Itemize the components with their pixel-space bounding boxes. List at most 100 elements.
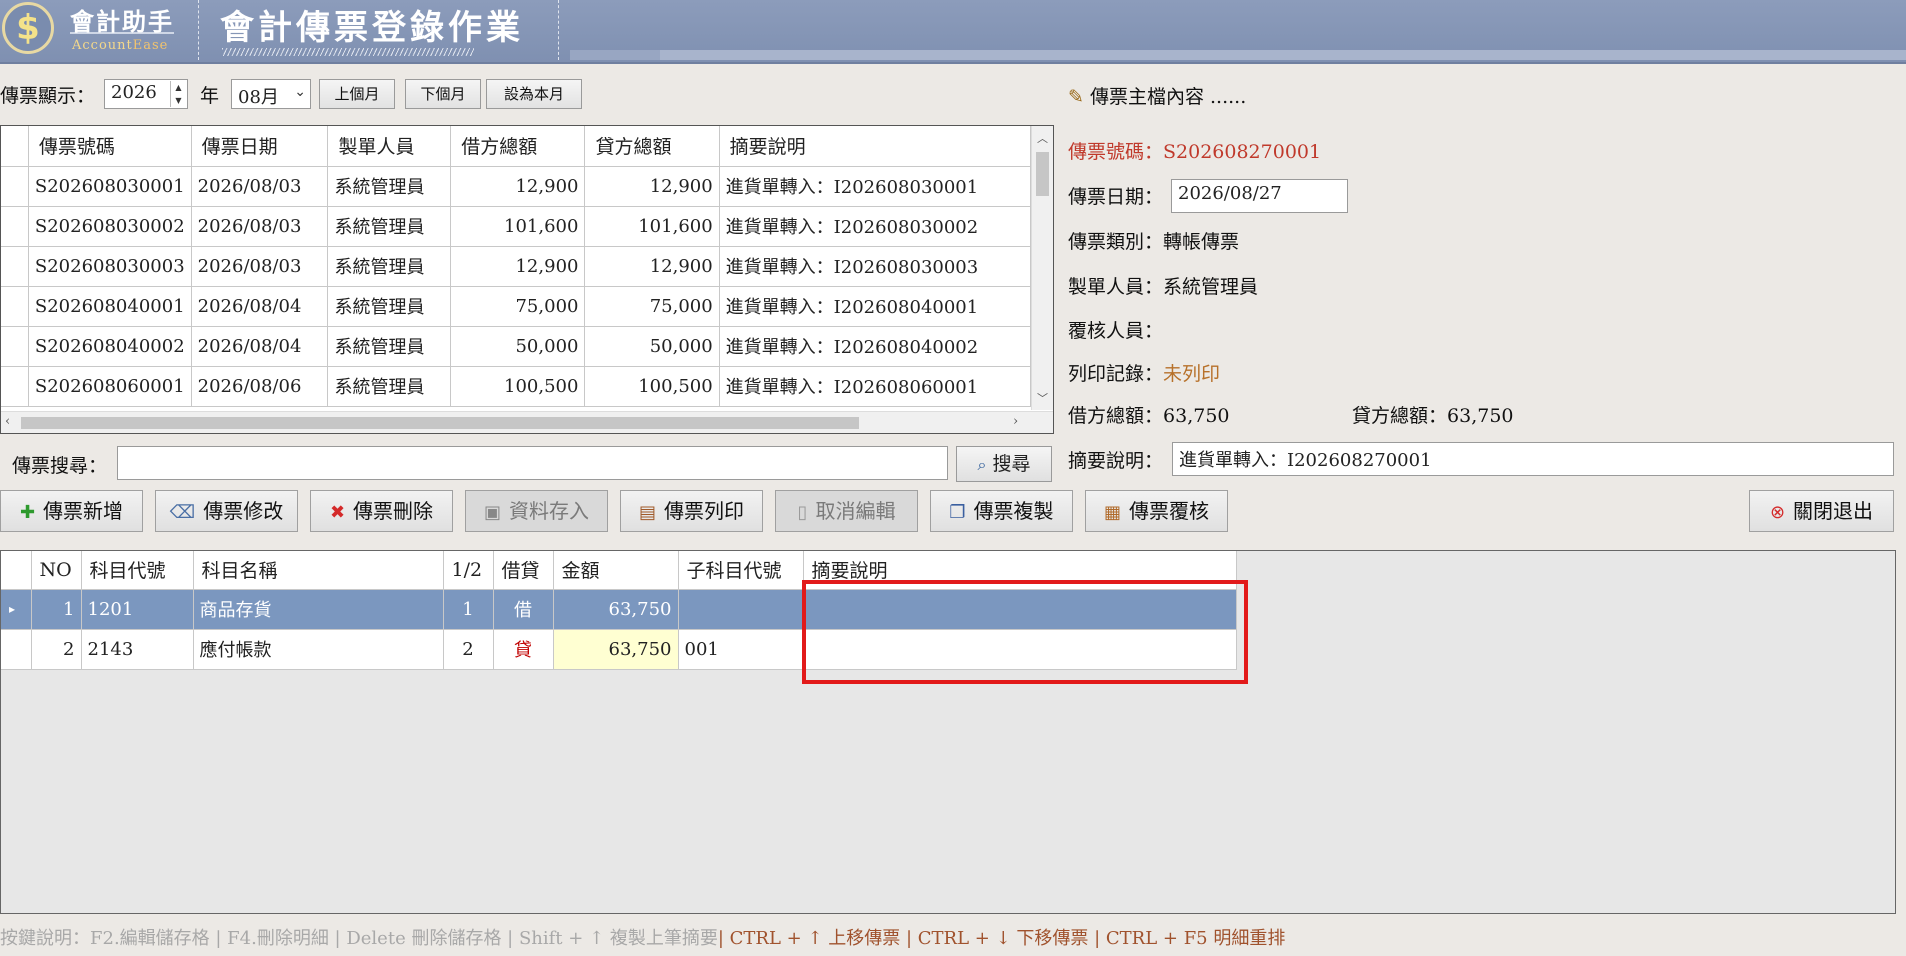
search-input[interactable] xyxy=(117,446,948,480)
voucher-row[interactable]: S202608030001 2026/08/03 系統管理員 12,900 12,900… xyxy=(1,166,1032,207)
cell-dc-number[interactable]: 2 xyxy=(443,629,494,670)
cell-credit-total[interactable]: 50,000 xyxy=(584,326,720,367)
row-header[interactable] xyxy=(1,166,29,207)
row-header[interactable] xyxy=(1,206,29,247)
horizontal-scrollbar[interactable]: ‹ › xyxy=(1,411,1053,433)
cell-voucher-no[interactable]: S202608030002 xyxy=(28,206,192,247)
col-voucher-no[interactable]: 傳票號碼 xyxy=(28,126,192,167)
delete-voucher-button[interactable]: ✖ 傳票刪除 xyxy=(310,490,453,532)
scroll-thumb-h[interactable] xyxy=(21,417,859,429)
review-voucher-button[interactable]: ▦ 傳票覆核 xyxy=(1085,490,1228,532)
cell-debit-total[interactable]: 100,500 xyxy=(450,366,586,407)
cell-debit-total[interactable]: 50,000 xyxy=(450,326,586,367)
cell-voucher-date[interactable]: 2026/08/03 xyxy=(191,246,329,287)
prev-month-button[interactable]: 上個月 xyxy=(319,79,395,109)
add-voucher-button[interactable]: ✚ 傳票新增 xyxy=(0,490,143,532)
cell-memo[interactable]: 進貨單轉入：I202608030002 xyxy=(719,206,1032,247)
cell-debit-total[interactable]: 101,600 xyxy=(450,206,586,247)
cell-account-name[interactable]: 應付帳款 xyxy=(193,629,444,670)
cell-voucher-date[interactable]: 2026/08/04 xyxy=(191,286,329,327)
cell-account-code[interactable]: 2143 xyxy=(81,629,194,670)
row-marker[interactable] xyxy=(1,629,32,670)
print-voucher-button[interactable]: ▤ 傳票列印 xyxy=(620,490,763,532)
cell-memo[interactable]: 進貨單轉入：I202608040002 xyxy=(719,326,1032,367)
cell-voucher-no[interactable]: S202608030003 xyxy=(28,246,192,287)
save-data-button[interactable]: ▣ 資料存入 xyxy=(465,490,608,532)
col-debit-total[interactable]: 借方總額 xyxy=(450,126,586,167)
cell-amount[interactable]: 63,750 xyxy=(553,589,679,630)
scroll-left-icon[interactable]: ‹ xyxy=(5,414,10,429)
cell-dc[interactable]: 借 xyxy=(493,589,554,630)
col-sub-account[interactable]: 子科目代號 xyxy=(678,551,804,590)
row-header[interactable] xyxy=(1,246,29,287)
col-amount[interactable]: 金額 xyxy=(553,551,679,590)
col-maker[interactable]: 製單人員 xyxy=(327,126,452,167)
row-header[interactable] xyxy=(1,326,29,367)
cell-sub-account[interactable] xyxy=(678,589,804,630)
voucher-list-grid[interactable]: 傳票號碼 傳票日期 製單人員 借方總額 貸方總額 摘要說明 S202608030… xyxy=(0,125,1054,434)
row-header[interactable] xyxy=(1,366,29,407)
row-marker[interactable]: ▸ xyxy=(1,589,32,630)
cell-maker[interactable]: 系統管理員 xyxy=(327,166,452,207)
cell-maker[interactable]: 系統管理員 xyxy=(327,246,452,287)
cell-no[interactable]: 1 xyxy=(31,589,82,630)
cell-credit-total[interactable]: 12,900 xyxy=(584,246,720,287)
cell-dc-number[interactable]: 1 xyxy=(443,589,494,630)
month-select[interactable]: 08月 ⌄ xyxy=(231,79,311,109)
cell-voucher-no[interactable]: S202608040001 xyxy=(28,286,192,327)
row-header[interactable] xyxy=(1,286,29,327)
vertical-scrollbar[interactable]: ︿ ﹀ xyxy=(1031,126,1053,410)
col-no[interactable]: NO xyxy=(31,551,82,590)
cell-sub-account[interactable]: 001 xyxy=(678,629,804,670)
memo-input[interactable]: 進貨單轉入：I202608270001 xyxy=(1172,442,1894,476)
cell-voucher-date[interactable]: 2026/08/06 xyxy=(191,366,329,407)
set-this-month-button[interactable]: 設為本月 xyxy=(486,79,582,109)
cell-maker[interactable]: 系統管理員 xyxy=(327,286,452,327)
voucher-date-input[interactable]: 2026/08/27 xyxy=(1171,179,1348,213)
col-dc[interactable]: 借貸 xyxy=(493,551,554,590)
next-month-button[interactable]: 下個月 xyxy=(405,79,481,109)
spin-down-icon[interactable]: ▼ xyxy=(171,94,186,107)
year-spinner[interactable]: 2026 ▲ ▼ xyxy=(104,79,188,109)
cell-voucher-date[interactable]: 2026/08/03 xyxy=(191,166,329,207)
cell-maker[interactable]: 系統管理員 xyxy=(327,326,452,367)
cell-maker[interactable]: 系統管理員 xyxy=(327,206,452,247)
cell-voucher-no[interactable]: S202608040002 xyxy=(28,326,192,367)
cell-no[interactable]: 2 xyxy=(31,629,82,670)
col-credit-total[interactable]: 貸方總額 xyxy=(584,126,720,167)
cell-debit-total[interactable]: 75,000 xyxy=(450,286,586,327)
cell-credit-total[interactable]: 12,900 xyxy=(584,166,720,207)
cell-debit-total[interactable]: 12,900 xyxy=(450,166,586,207)
year-spinner-buttons[interactable]: ▲ ▼ xyxy=(170,81,186,107)
close-exit-button[interactable]: ⊗ 關閉退出 xyxy=(1749,490,1894,532)
cell-voucher-date[interactable]: 2026/08/03 xyxy=(191,206,329,247)
cell-account-code[interactable]: 1201 xyxy=(81,589,194,630)
cell-debit-total[interactable]: 12,900 xyxy=(450,246,586,287)
cell-voucher-no[interactable]: S202608030001 xyxy=(28,166,192,207)
col-dc-number[interactable]: 1/2 xyxy=(443,551,494,590)
scroll-down-icon[interactable]: ﹀ xyxy=(1037,390,1048,406)
cell-voucher-no[interactable]: S202608060001 xyxy=(28,366,192,407)
cancel-edit-button[interactable]: ▯ 取消編輯 xyxy=(775,490,918,532)
spin-up-icon[interactable]: ▲ xyxy=(171,81,186,94)
scroll-right-icon[interactable]: › xyxy=(1013,414,1018,429)
col-voucher-date[interactable]: 傳票日期 xyxy=(191,126,329,167)
cell-credit-total[interactable]: 101,600 xyxy=(584,206,720,247)
col-memo[interactable]: 摘要說明 xyxy=(719,126,1032,167)
cell-memo[interactable]: 進貨單轉入：I202608040001 xyxy=(719,286,1032,327)
cell-memo[interactable]: 進貨單轉入：I202608030001 xyxy=(719,166,1032,207)
cell-credit-total[interactable]: 100,500 xyxy=(584,366,720,407)
voucher-row[interactable]: S202608030002 2026/08/03 系統管理員 101,600 101,6… xyxy=(1,206,1032,247)
cell-credit-total[interactable]: 75,000 xyxy=(584,286,720,327)
col-account-code[interactable]: 科目代號 xyxy=(81,551,194,590)
cell-account-name[interactable]: 商品存貨 xyxy=(193,589,444,630)
voucher-row[interactable]: S202608040002 2026/08/04 系統管理員 50,000 50,000… xyxy=(1,326,1032,367)
voucher-row[interactable]: S202608040001 2026/08/04 系統管理員 75,000 75,000… xyxy=(1,286,1032,327)
cell-dc[interactable]: 貸 xyxy=(493,629,554,670)
cell-memo[interactable]: 進貨單轉入：I202608030003 xyxy=(719,246,1032,287)
scroll-thumb[interactable] xyxy=(1036,152,1049,196)
col-account-name[interactable]: 科目名稱 xyxy=(193,551,444,590)
scroll-up-icon[interactable]: ︿ xyxy=(1037,130,1048,146)
edit-voucher-button[interactable]: ⌫ 傳票修改 xyxy=(155,490,298,532)
copy-voucher-button[interactable]: ❐ 傳票複製 xyxy=(930,490,1073,532)
